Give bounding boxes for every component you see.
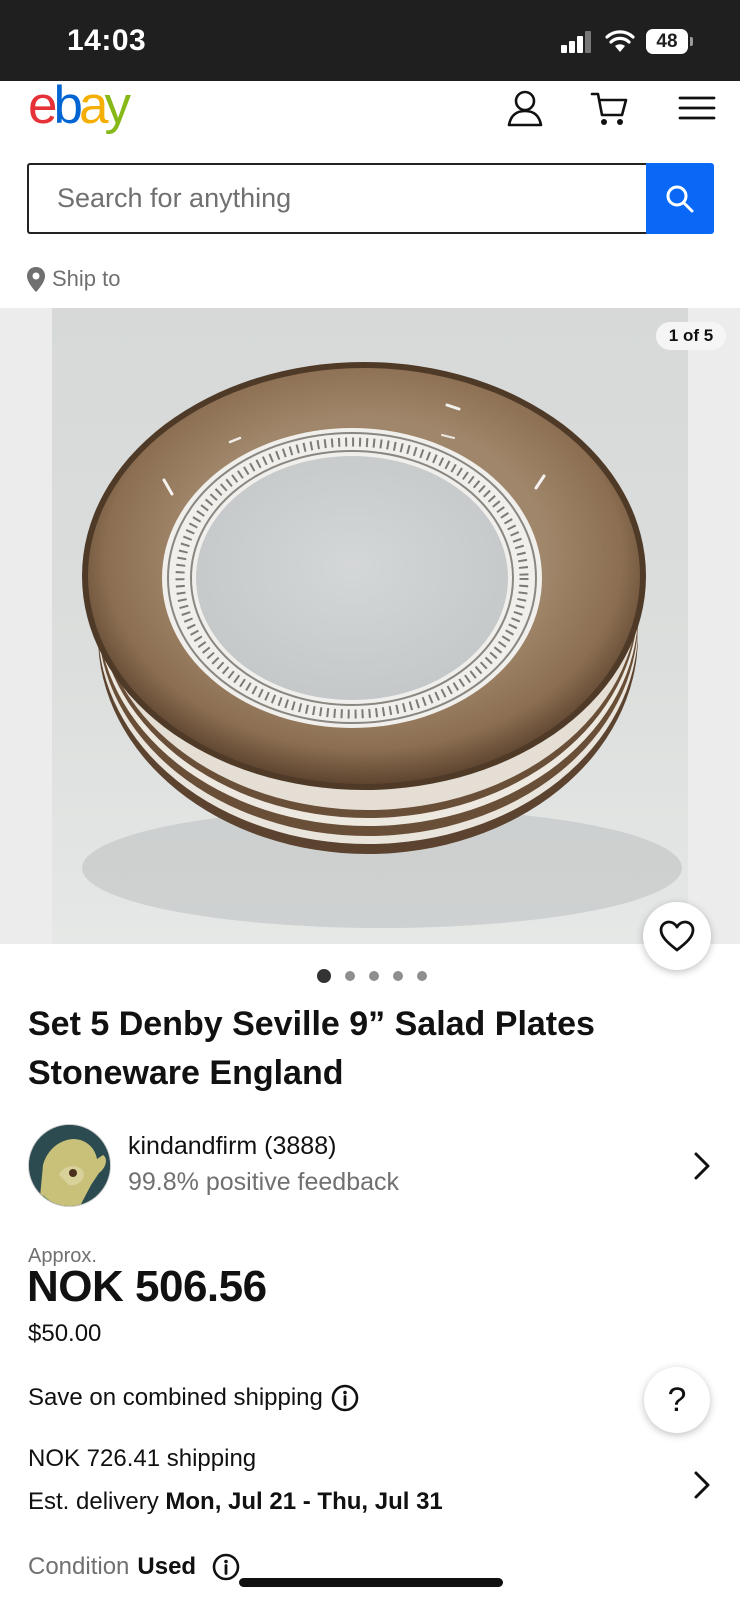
search-box: [27, 163, 647, 234]
battery-indicator: 48: [646, 29, 688, 54]
pagination-dot[interactable]: [393, 971, 403, 981]
image-counter: 1 of 5: [656, 322, 726, 350]
logo-letter: e: [28, 76, 58, 135]
pagination-dot[interactable]: [317, 969, 331, 983]
ship-to-label: Ship to: [52, 266, 121, 291]
search-input[interactable]: [57, 178, 627, 218]
converted-price: NOK 506.56: [27, 1262, 267, 1311]
logo-letter: y: [104, 76, 130, 135]
seller-avatar: [28, 1124, 111, 1207]
pagination-dot[interactable]: [345, 971, 355, 981]
condition-info-icon[interactable]: [212, 1553, 240, 1581]
search-button[interactable]: [646, 163, 714, 234]
menu-icon[interactable]: [677, 88, 717, 128]
chevron-right-icon: [694, 1152, 710, 1180]
combined-shipping-link[interactable]: Save on combined shipping: [28, 1383, 359, 1413]
watchlist-button[interactable]: [643, 902, 711, 970]
seller-feedback: 99.8% positive feedback: [128, 1168, 400, 1196]
seller-info[interactable]: kindandfirm (3888) 99.8% positive feedba…: [28, 1122, 718, 1208]
search-icon: [666, 185, 694, 212]
condition-label: Condition: [28, 1553, 130, 1580]
home-indicator[interactable]: [239, 1578, 503, 1587]
cellular-signal-icon: [561, 31, 593, 53]
cart-icon[interactable]: [590, 88, 630, 128]
battery-nub: [690, 37, 693, 46]
info-icon[interactable]: [331, 1384, 359, 1412]
help-button[interactable]: ?: [644, 1367, 710, 1433]
listing-title: Set 5 Denby Seville 9” Salad Plates Ston…: [28, 1005, 595, 1092]
pagination-dot[interactable]: [417, 971, 427, 981]
product-photo[interactable]: [52, 308, 688, 944]
pagination-dot[interactable]: [369, 971, 379, 981]
estimated-delivery: Est. delivery Mon, Jul 21 - Thu, Jul 31: [28, 1488, 443, 1516]
heart-icon: [659, 920, 695, 952]
logo-letter: a: [78, 76, 109, 135]
gallery-pagination[interactable]: [317, 969, 441, 983]
chevron-right-icon: [694, 1471, 710, 1499]
wifi-icon: [605, 30, 635, 52]
shipping-cost: NOK 726.41 shipping: [28, 1445, 257, 1472]
logo-letter: b: [53, 76, 83, 135]
shipping-details[interactable]: NOK 726.41 shipping Est. delivery Mon, J…: [28, 1445, 718, 1535]
image-gallery[interactable]: 1 of 5: [0, 308, 740, 944]
ebay-logo[interactable]: ebay: [28, 79, 148, 132]
original-price: $50.00: [28, 1320, 102, 1347]
plate-stack-image: [82, 362, 682, 928]
location-pin-icon: [27, 266, 45, 292]
seller-name[interactable]: kindandfirm (3888): [128, 1132, 336, 1161]
delivery-dates: Mon, Jul 21 - Thu, Jul 31: [165, 1488, 443, 1515]
status-time: 14:03: [67, 24, 147, 57]
combined-shipping-label: Save on combined shipping: [28, 1384, 323, 1411]
ship-to-link[interactable]: Ship to: [26, 264, 121, 294]
item-condition: Condition Used: [28, 1552, 240, 1582]
condition-value: Used: [137, 1553, 197, 1580]
delivery-label: Est. delivery: [28, 1488, 159, 1515]
status-bar: 14:03 48: [0, 0, 740, 81]
account-icon[interactable]: [505, 88, 545, 128]
